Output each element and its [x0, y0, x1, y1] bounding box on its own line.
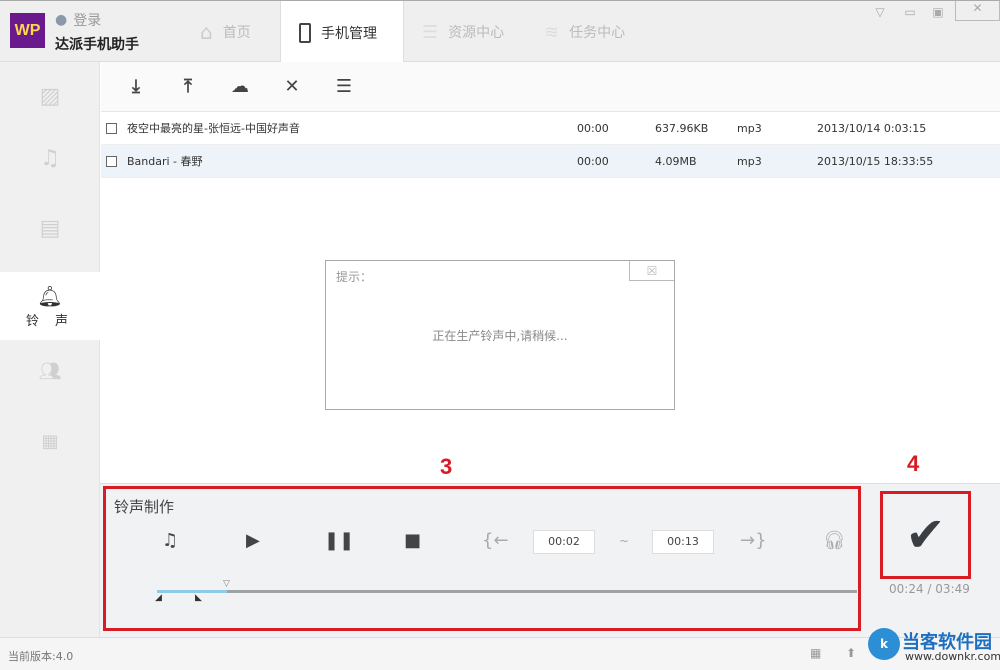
- version-label: 当前版本:4.0: [8, 650, 74, 663]
- status-bar: 当前版本:4.0 ▦ ⬆ k 当客软件园 www.downkr.com: [0, 628, 1000, 670]
- file-type: mp3: [737, 121, 762, 135]
- play-icon[interactable]: ▶: [246, 530, 260, 551]
- start-time-input[interactable]: 00:02: [533, 530, 595, 554]
- select-all-icon[interactable]: ☰: [331, 76, 357, 97]
- dialog-close-icon[interactable]: ☒: [629, 261, 674, 281]
- toolbar: ⤓ ⤒ ☁ ✕ ☰: [101, 62, 1000, 112]
- import-icon[interactable]: ⤓: [123, 76, 149, 97]
- file-duration: 00:00: [577, 121, 609, 135]
- list-icon: ☰: [422, 21, 439, 43]
- end-time-input[interactable]: 00:13: [652, 530, 714, 554]
- file-type: mp3: [737, 154, 762, 168]
- set-end-icon[interactable]: →}: [740, 530, 767, 551]
- file-name: Bandari - 春野: [127, 155, 203, 168]
- export-icon[interactable]: ⤒: [175, 76, 201, 97]
- sidebar-item-label: 铃 声: [25, 313, 75, 329]
- login-label: 登录: [73, 13, 102, 29]
- tab-tasks[interactable]: ≋ 任务中心: [526, 1, 656, 63]
- add-music-icon[interactable]: ♫: [162, 530, 178, 551]
- close-icon[interactable]: ✕: [955, 1, 1000, 21]
- ringtone-title: 铃声制作: [114, 498, 175, 516]
- set-start-icon[interactable]: {←: [482, 530, 509, 551]
- tab-resources[interactable]: ☰ 资源中心: [404, 1, 524, 63]
- qr-code-icon[interactable]: ▦: [810, 646, 821, 660]
- file-name: 夜空中最亮的星-张恒远-中国好声音: [127, 122, 300, 135]
- tab-phone-manage[interactable]: 手机管理: [280, 1, 404, 64]
- tab-home[interactable]: ⌂ 首页: [182, 1, 280, 63]
- menu-icon[interactable]: ▽: [870, 5, 890, 21]
- file-date: 2013/10/14 0:03:15: [817, 121, 927, 135]
- sidebar-item-contacts[interactable]: 👥︎: [0, 337, 100, 405]
- sidebar-item-music[interactable]: ♫: [0, 124, 100, 192]
- file-size: 4.09MB: [655, 154, 697, 168]
- sidebar-item-photos[interactable]: ▨: [0, 62, 100, 130]
- watermark-logo: k: [868, 628, 900, 660]
- elapsed-time: 00:24 / 03:49: [889, 582, 970, 596]
- title-bar: WP ● 登录 达派手机助手 ⌂ 首页 手机管理 ☰ 资源中心 ≋ 任务中心 ▽ ▭ ▣…: [0, 0, 1000, 64]
- table-row[interactable]: 夜空中最亮的星-张恒远-中国好声音 00:00 637.96KB mp3 201…: [101, 112, 1000, 145]
- home-icon: ⌂: [200, 20, 213, 44]
- minimize-icon[interactable]: ▭: [900, 5, 920, 21]
- time-separator: ~: [619, 534, 630, 548]
- file-date: 2013/10/15 18:33:55: [817, 154, 934, 168]
- music-icon: ♫: [40, 145, 60, 171]
- annotation-3: 3: [440, 454, 453, 479]
- pause-icon[interactable]: ❚❚: [324, 530, 354, 551]
- app-name: 达派手机助手: [55, 37, 139, 53]
- annotation-box-3: [103, 486, 861, 631]
- watermark-url: www.downkr.com: [905, 650, 1000, 663]
- user-icon: ●: [55, 12, 68, 28]
- checkmark-icon: ✔: [905, 507, 946, 563]
- contacts-icon: 👥︎: [38, 360, 62, 382]
- phone-icon: [299, 22, 311, 43]
- file-size: 637.96KB: [655, 121, 709, 135]
- bell-icon: 🔔︎: [37, 283, 63, 308]
- film-icon: ▤: [39, 215, 61, 241]
- layers-icon: ≋: [544, 21, 560, 43]
- dialog-message: 正在生产铃声中,请稍候...: [432, 329, 568, 343]
- progress-track[interactable]: [157, 590, 857, 593]
- login-link[interactable]: ● 登录: [55, 10, 101, 30]
- playhead-handle[interactable]: ▽: [223, 579, 230, 589]
- stop-icon[interactable]: ■: [404, 530, 421, 551]
- file-duration: 00:00: [577, 154, 609, 168]
- upload-icon[interactable]: ⬆: [846, 646, 856, 660]
- end-marker[interactable]: ◣: [195, 593, 202, 603]
- annotation-4: 4: [907, 451, 920, 476]
- row-checkbox[interactable]: [106, 122, 117, 134]
- maximize-icon[interactable]: ▣: [928, 5, 948, 21]
- start-marker[interactable]: ◢: [155, 593, 162, 603]
- sidebar-item-ringtone[interactable]: 🔔︎ 铃 声: [0, 272, 100, 340]
- app-logo: WP: [10, 13, 45, 48]
- sidebar-item-apps[interactable]: ▦: [0, 407, 100, 475]
- cloud-download-icon[interactable]: ☁: [227, 76, 253, 97]
- apps-icon: ▦: [41, 430, 59, 452]
- headphones-icon[interactable]: 🎧︎: [823, 530, 846, 551]
- tab-label: 首页: [222, 25, 251, 41]
- tab-label: 任务中心: [569, 25, 626, 41]
- progress-dialog: 提示： ☒ 正在生产铃声中,请稍候...: [325, 260, 675, 410]
- sidebar: ▨ ♫ ▤ 🔔︎ 铃 声 👥︎ ▦: [0, 62, 100, 637]
- sidebar-item-video[interactable]: ▤: [0, 194, 100, 262]
- tab-label: 资源中心: [448, 25, 505, 41]
- confirm-button[interactable]: ✔: [880, 491, 971, 579]
- progress-fill: [157, 590, 227, 593]
- photo-icon: ▨: [39, 83, 61, 109]
- table-row[interactable]: Bandari - 春野 00:00 4.09MB mp3 2013/10/15…: [101, 145, 1000, 178]
- delete-icon[interactable]: ✕: [279, 76, 305, 97]
- dialog-title: 提示：: [336, 270, 373, 284]
- tab-label: 手机管理: [321, 25, 377, 42]
- row-checkbox[interactable]: [106, 155, 117, 167]
